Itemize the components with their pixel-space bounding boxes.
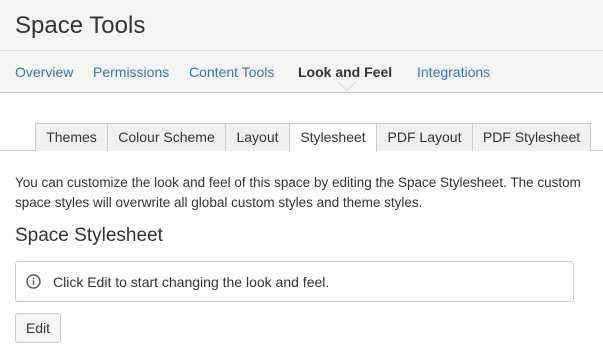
tab-stylesheet[interactable]: Stylesheet <box>289 123 377 152</box>
tab-pdf-stylesheet[interactable]: PDF Stylesheet <box>472 123 591 151</box>
page-header: Space Tools <box>0 0 603 51</box>
tab-themes[interactable]: Themes <box>35 123 108 151</box>
space-tools-nav: Overview Permissions Content Tools Look … <box>0 51 603 93</box>
nav-item-permissions[interactable]: Permissions <box>93 64 169 80</box>
tab-colour-scheme[interactable]: Colour Scheme <box>107 123 226 151</box>
page-title: Space Tools <box>15 12 146 39</box>
nav-item-look-and-feel[interactable]: Look and Feel <box>298 64 392 80</box>
nav-item-content-tools[interactable]: Content Tools <box>189 64 274 80</box>
tab-pdf-layout[interactable]: PDF Layout <box>376 123 473 151</box>
edit-button[interactable]: Edit <box>15 313 61 343</box>
page-description: You can customize the look and feel of t… <box>15 175 581 210</box>
section-title: Space Stylesheet <box>15 225 163 246</box>
info-circle-icon <box>26 274 41 289</box>
nav-item-integrations[interactable]: Integrations <box>417 64 490 80</box>
nav-item-overview[interactable]: Overview <box>15 64 73 80</box>
tab-layout[interactable]: Layout <box>225 123 290 151</box>
info-message-box: Click Edit to start changing the look an… <box>15 261 574 302</box>
look-and-feel-tabs: Themes Colour Scheme Layout Stylesheet P… <box>0 123 603 152</box>
info-message-text: Click Edit to start changing the look an… <box>53 274 330 290</box>
